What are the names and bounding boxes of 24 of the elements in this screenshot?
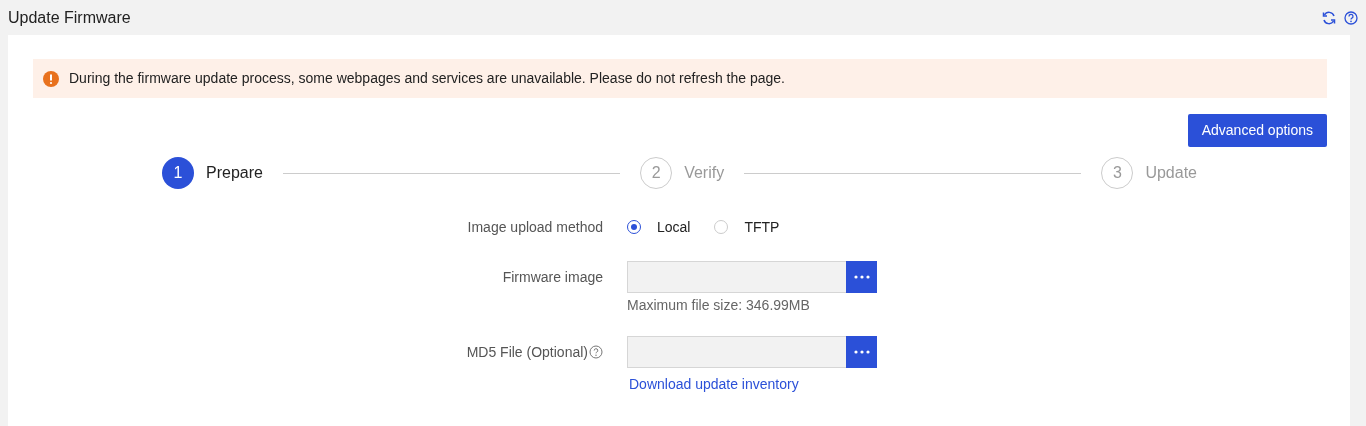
field-label: Firmware image [502,267,603,287]
download-link[interactable]: Download update inventory [629,376,799,392]
file-field[interactable] [627,336,846,368]
browse-button[interactable] [846,336,877,368]
field-label: MD5 File (Optional) [466,342,588,362]
refresh-icon[interactable] [1322,10,1336,25]
radio-label[interactable]: Local [657,216,691,238]
warning-text: During the firmware update process, some webpages and services are unavailable. Please do not refresh the page. [69,69,785,88]
warning-icon [43,70,59,87]
step-label: Update [1145,163,1197,183]
page-title: Update Firmware [8,7,131,28]
step-number: 1 [162,157,194,189]
field-label: Image upload method [467,217,603,237]
radio-label[interactable]: TFTP [744,216,780,238]
more-icon [853,275,870,279]
help-icon[interactable] [589,345,603,359]
file-field[interactable] [627,261,846,293]
more-icon [853,350,870,354]
step-label: Verify [684,163,725,183]
help-icon[interactable] [1344,10,1358,25]
step-label: Prepare [206,163,263,183]
hint-text: Maximum file size: 346.99MB [627,296,811,315]
advanced-options-button[interactable]: Advanced options [1187,114,1327,147]
browse-button[interactable] [846,261,877,293]
